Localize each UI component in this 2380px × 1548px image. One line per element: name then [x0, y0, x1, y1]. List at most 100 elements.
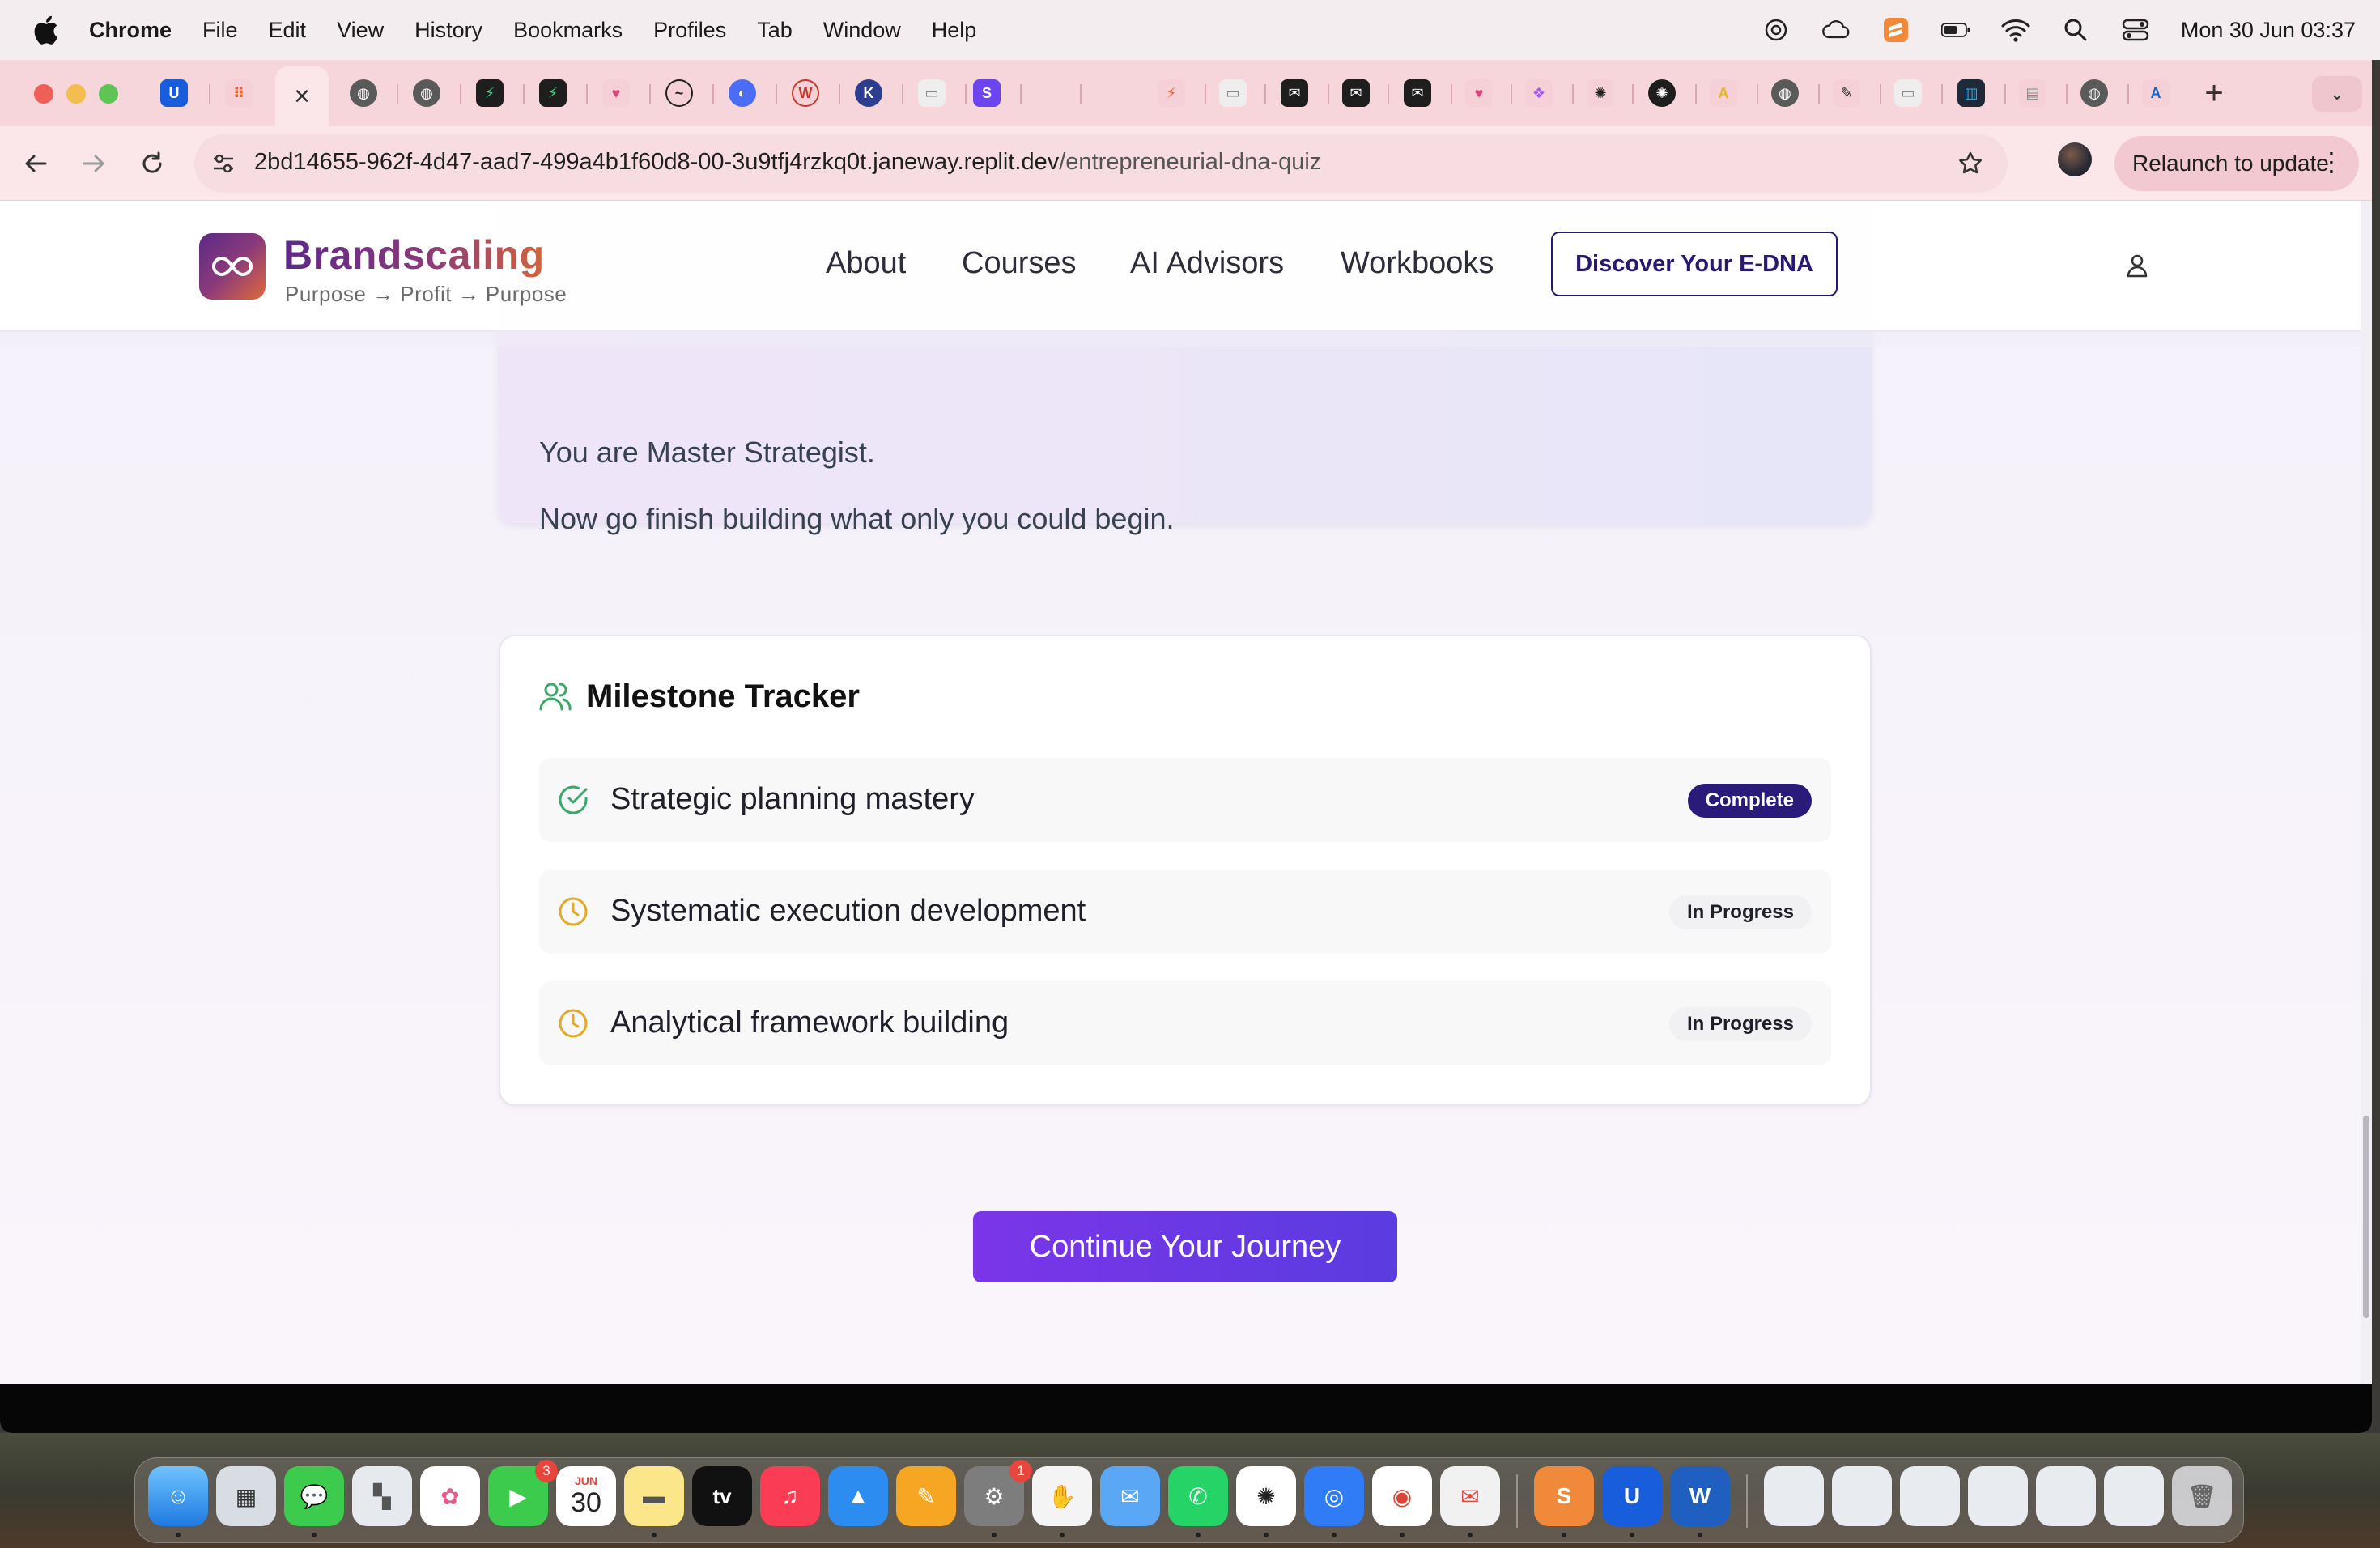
minimized-window-thumbnail[interactable]: [1832, 1466, 1892, 1526]
pages-icon[interactable]: ✎: [896, 1466, 956, 1526]
tab-globe-icon[interactable]: ◍: [350, 79, 377, 107]
tab-replit-icon[interactable]: ⠿: [225, 79, 253, 107]
scrollbar-thumb[interactable]: [2363, 1116, 2369, 1318]
battery-icon[interactable]: [1940, 15, 1970, 45]
tab-mail-icon[interactable]: ✉: [1404, 79, 1431, 107]
tab-chart-icon[interactable]: ▥: [1957, 79, 1985, 107]
tab-chatgpt-icon[interactable]: ✺: [1587, 79, 1614, 107]
new-tab-button[interactable]: +: [2197, 75, 2231, 111]
sublime-status-icon[interactable]: [1881, 15, 1910, 45]
finder-icon[interactable]: ☺: [148, 1466, 208, 1526]
menu-tab[interactable]: Tab: [757, 18, 793, 43]
bookmark-star-icon[interactable]: [1953, 146, 1988, 181]
tab-spark-icon[interactable]: ⚡: [1158, 79, 1185, 107]
tab-bitwarden-icon[interactable]: U: [160, 79, 188, 107]
apple-menu-icon[interactable]: [32, 14, 60, 46]
minimized-window-thumbnail[interactable]: [1764, 1466, 1824, 1526]
menu-bookmarks[interactable]: Bookmarks: [513, 18, 623, 43]
mail-client-icon[interactable]: ✉: [1440, 1466, 1500, 1526]
menubar-clock[interactable]: Mon 30 Jun 03:37: [2181, 18, 2356, 43]
minimized-window-thumbnail[interactable]: [1900, 1466, 1960, 1526]
active-tab-close-button[interactable]: ×: [275, 66, 329, 126]
tab-pen-icon[interactable]: ✎: [1833, 79, 1860, 107]
preview-icon[interactable]: ▦: [216, 1466, 276, 1526]
minimized-window-thumbnail[interactable]: [2104, 1466, 2164, 1526]
tab-globe-icon[interactable]: ◍: [413, 79, 440, 107]
mail-icon[interactable]: ✉: [1100, 1466, 1160, 1526]
photos-icon[interactable]: ✿: [420, 1466, 480, 1526]
safari-icon[interactable]: ◎: [1304, 1466, 1364, 1526]
nav-ai-advisors[interactable]: AI Advisors: [1130, 246, 1284, 281]
cloud-sync-icon[interactable]: [1821, 15, 1851, 45]
address-bar[interactable]: 2bd14655-962f-4d47-aad7-499a4b1f60d8-00-…: [194, 134, 2008, 193]
tab-doc-icon[interactable]: ▤: [2019, 79, 2046, 107]
menu-history[interactable]: History: [414, 18, 482, 43]
tab-globe-icon[interactable]: ◍: [1771, 79, 1799, 107]
reload-icon[interactable]: [133, 144, 172, 183]
tab-mail-icon[interactable]: ✉: [1281, 79, 1308, 107]
tab-page-icon[interactable]: ▭: [1219, 79, 1247, 107]
whatsapp-icon[interactable]: ✆: [1168, 1466, 1228, 1526]
tab-a-icon[interactable]: A: [1710, 79, 1737, 107]
script-editor-icon[interactable]: ✋: [1032, 1466, 1092, 1526]
nav-about[interactable]: About: [826, 246, 906, 281]
chatgpt-status-icon[interactable]: [1762, 15, 1791, 45]
back-arrow-icon[interactable]: [16, 144, 55, 183]
tab-bolt-icon[interactable]: ⚡: [476, 79, 504, 107]
tab-chatgpt-icon[interactable]: ✺: [1648, 79, 1676, 107]
menu-app-name[interactable]: Chrome: [89, 18, 172, 43]
profile-avatar[interactable]: [2058, 142, 2092, 176]
spotlight-search-icon[interactable]: [2061, 15, 2090, 45]
page-scrollbar[interactable]: [2361, 201, 2372, 1384]
nav-workbooks[interactable]: Workbooks: [1341, 246, 1494, 281]
url-text[interactable]: 2bd14655-962f-4d47-aad7-499a4b1f60d8-00-…: [254, 149, 1321, 176]
music-icon[interactable]: ♫: [760, 1466, 820, 1526]
minimize-window-button[interactable]: [66, 84, 86, 104]
menu-edit[interactable]: Edit: [269, 18, 307, 43]
brand-name[interactable]: Brandscaling: [283, 232, 545, 279]
discover-edna-button[interactable]: Discover Your E-DNA: [1551, 232, 1838, 296]
more-menu-icon[interactable]: ⋮: [2318, 147, 2344, 176]
calendar-icon[interactable]: JUN 30: [556, 1466, 616, 1526]
chatgpt-icon[interactable]: ✺: [1236, 1466, 1296, 1526]
tab-globe-icon[interactable]: ◍: [2080, 79, 2108, 107]
trash-icon[interactable]: 🗑: [2172, 1466, 2232, 1526]
forward-arrow-icon[interactable]: [74, 144, 113, 183]
control-center-icon[interactable]: [2121, 15, 2150, 45]
notes-icon[interactable]: ▬: [624, 1466, 684, 1526]
tab-lovable-icon[interactable]: ♥: [1465, 79, 1493, 107]
menu-file[interactable]: File: [202, 18, 238, 43]
word-icon[interactable]: W: [1670, 1466, 1730, 1526]
tab-azure-icon[interactable]: A: [2142, 79, 2170, 107]
tab-mail-icon[interactable]: ✉: [1342, 79, 1370, 107]
tab-circle-icon[interactable]: ◐: [729, 79, 756, 107]
bitwarden-icon[interactable]: U: [1602, 1466, 1662, 1526]
continue-journey-button[interactable]: Continue Your Journey: [973, 1211, 1397, 1282]
tab-figma-icon[interactable]: ❖: [1525, 79, 1553, 107]
nav-courses[interactable]: Courses: [962, 246, 1077, 281]
menu-profiles[interactable]: Profiles: [653, 18, 726, 43]
user-account-icon[interactable]: [2121, 249, 2153, 282]
minimized-window-thumbnail[interactable]: [2036, 1466, 2096, 1526]
tab-w-icon[interactable]: W: [792, 79, 819, 107]
tab-page-icon[interactable]: ▭: [918, 79, 946, 107]
wifi-icon[interactable]: [2001, 15, 2030, 45]
site-settings-icon[interactable]: [204, 144, 243, 183]
tab-search-dropdown-icon[interactable]: ⌄: [2312, 76, 2362, 112]
close-window-button[interactable]: [34, 84, 53, 104]
tab-page-icon[interactable]: ▭: [1894, 79, 1922, 107]
menu-window[interactable]: Window: [823, 18, 901, 43]
tab-bolt-icon[interactable]: ⚡: [539, 79, 567, 107]
tab-lovable-icon[interactable]: ♥: [602, 79, 630, 107]
tab-activity-icon[interactable]: ~: [665, 79, 693, 107]
apple-tv-icon[interactable]: tv: [692, 1466, 752, 1526]
messages-icon[interactable]: 💬: [284, 1466, 344, 1526]
chrome-icon[interactable]: ◉: [1372, 1466, 1432, 1526]
brand-logo-icon[interactable]: [199, 233, 266, 300]
tab-k-icon[interactable]: K: [855, 79, 882, 107]
launchpad-icon[interactable]: ▚: [352, 1466, 412, 1526]
keynote-icon[interactable]: ▲: [828, 1466, 888, 1526]
menu-help[interactable]: Help: [932, 18, 977, 43]
minimized-window-thumbnail[interactable]: [1968, 1466, 2028, 1526]
menu-view[interactable]: View: [337, 18, 384, 43]
